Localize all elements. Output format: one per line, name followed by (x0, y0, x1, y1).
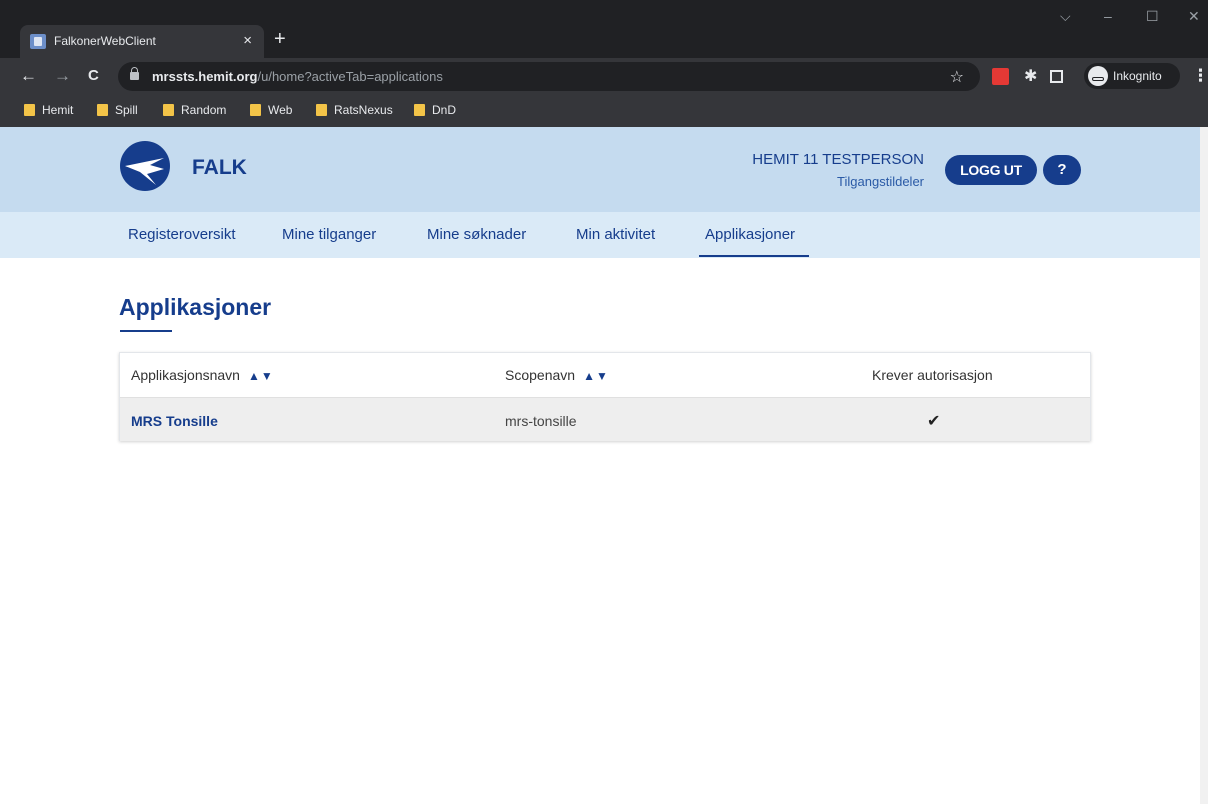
browser-titlebar: FalkonerWebClient × + ⌵ – ☐ ✕ (0, 0, 1208, 58)
bookmark-label: Spill (115, 103, 138, 117)
tab-close-icon[interactable]: × (243, 32, 252, 49)
page-title: Applikasjoner (119, 294, 272, 320)
falk-logo-icon[interactable] (120, 141, 170, 191)
bookmarks-bar: Hemit Spill Random Web RatsNexus DnD (0, 95, 1208, 127)
incognito-label: Inkognito (1113, 69, 1162, 83)
folder-icon (163, 104, 174, 116)
incognito-icon (1088, 66, 1108, 86)
logout-button[interactable]: LOGG UT (945, 155, 1037, 185)
nav-registeroversikt[interactable]: Registeroversikt (128, 226, 236, 243)
nav-mine-tilganger[interactable]: Mine tilganger (282, 226, 376, 243)
folder-icon (414, 104, 425, 116)
lock-icon[interactable] (130, 67, 139, 80)
title-underline (120, 330, 172, 332)
url-host: mrssts.hemit.org (152, 69, 258, 84)
page-content: FALK HEMIT 11 TESTPERSON Tilgangstildele… (0, 127, 1200, 804)
bookmark-random[interactable]: Random (163, 103, 226, 117)
nav-mine-soknader[interactable]: Mine søknader (427, 226, 526, 243)
column-header-scopenavn[interactable]: Scopenavn ▲▼ (505, 367, 609, 383)
user-role: Tilgangstildeler (837, 174, 924, 189)
incognito-badge[interactable]: Inkognito (1084, 63, 1180, 89)
puzzle-icon[interactable]: ✱ (1024, 66, 1037, 86)
forward-icon[interactable]: → (54, 66, 71, 86)
bookmark-web[interactable]: Web (250, 103, 292, 117)
extension-icon[interactable] (992, 68, 1009, 85)
active-tab-indicator (699, 255, 809, 257)
maximize-icon[interactable]: ☐ (1146, 8, 1159, 25)
browser-toolbar: ← → C mrssts.hemit.org/u/home?activeTab=… (0, 58, 1208, 95)
tab-favicon-icon (30, 34, 46, 49)
bookmark-ratsnexus[interactable]: RatsNexus (316, 103, 393, 117)
bookmark-spill[interactable]: Spill (97, 103, 138, 117)
folder-icon (97, 104, 108, 116)
bookmark-label: DnD (432, 103, 457, 117)
url-path: /u/home?activeTab=applications (257, 69, 443, 84)
url-text[interactable]: mrssts.hemit.org/u/home?activeTab=applic… (152, 69, 443, 84)
column-header-label: Applikasjonsnavn (131, 367, 240, 383)
tab-title: FalkonerWebClient (54, 34, 156, 48)
main-nav: Registeroversikt Mine tilganger Mine søk… (0, 212, 1200, 258)
back-icon[interactable]: ← (20, 66, 37, 86)
minimize-icon[interactable]: – (1104, 8, 1112, 24)
scope-name: mrs-tonsille (505, 413, 577, 429)
bookmark-label: RatsNexus (334, 103, 393, 117)
menu-icon[interactable]: ⋮ (1192, 66, 1208, 86)
sort-arrows-icon[interactable]: ▲▼ (583, 369, 609, 383)
nav-min-aktivitet[interactable]: Min aktivitet (576, 226, 655, 243)
browser-tab[interactable]: FalkonerWebClient × (20, 25, 264, 58)
new-tab-button[interactable]: + (274, 27, 286, 51)
close-window-icon[interactable]: ✕ (1188, 8, 1200, 25)
page-scrollbar[interactable] (1200, 127, 1208, 804)
folder-icon (24, 104, 35, 116)
brand-name[interactable]: FALK (192, 156, 247, 180)
bookmark-label: Web (268, 103, 293, 117)
user-name: HEMIT 11 TESTPERSON (752, 151, 924, 168)
column-header-applikasjonsnavn[interactable]: Applikasjonsnavn ▲▼ (131, 367, 274, 383)
side-panel-icon[interactable] (1050, 70, 1063, 83)
address-bar[interactable]: mrssts.hemit.org/u/home?activeTab=applic… (118, 62, 980, 91)
folder-icon (250, 104, 261, 116)
checkmark-icon: ✔ (927, 413, 941, 430)
help-button[interactable]: ? (1043, 155, 1081, 185)
table-row[interactable]: MRS Tonsille mrs-tonsille ✔ (120, 397, 1090, 441)
falcon-icon (125, 158, 164, 185)
column-header-label: Scopenavn (505, 367, 576, 383)
bookmark-hemit[interactable]: Hemit (24, 103, 73, 117)
tab-search-icon[interactable]: ⌵ (1060, 8, 1071, 25)
sort-arrows-icon[interactable]: ▲▼ (248, 369, 274, 383)
bookmark-label: Hemit (42, 103, 74, 117)
bookmark-label: Random (181, 103, 227, 117)
nav-applikasjoner[interactable]: Applikasjoner (705, 226, 795, 243)
folder-icon (316, 104, 327, 116)
star-icon[interactable]: ☆ (950, 67, 964, 87)
applications-table: Applikasjonsnavn ▲▼ Scopenavn ▲▼ Krever au… (119, 352, 1091, 441)
application-name-link[interactable]: MRS Tonsille (131, 413, 218, 429)
app-header: FALK HEMIT 11 TESTPERSON Tilgangstildele… (0, 127, 1200, 212)
reload-icon[interactable]: C (88, 66, 99, 86)
bookmark-dnd[interactable]: DnD (414, 103, 456, 117)
column-header-krever-autorisasjon: Krever autorisasjon (872, 367, 993, 383)
